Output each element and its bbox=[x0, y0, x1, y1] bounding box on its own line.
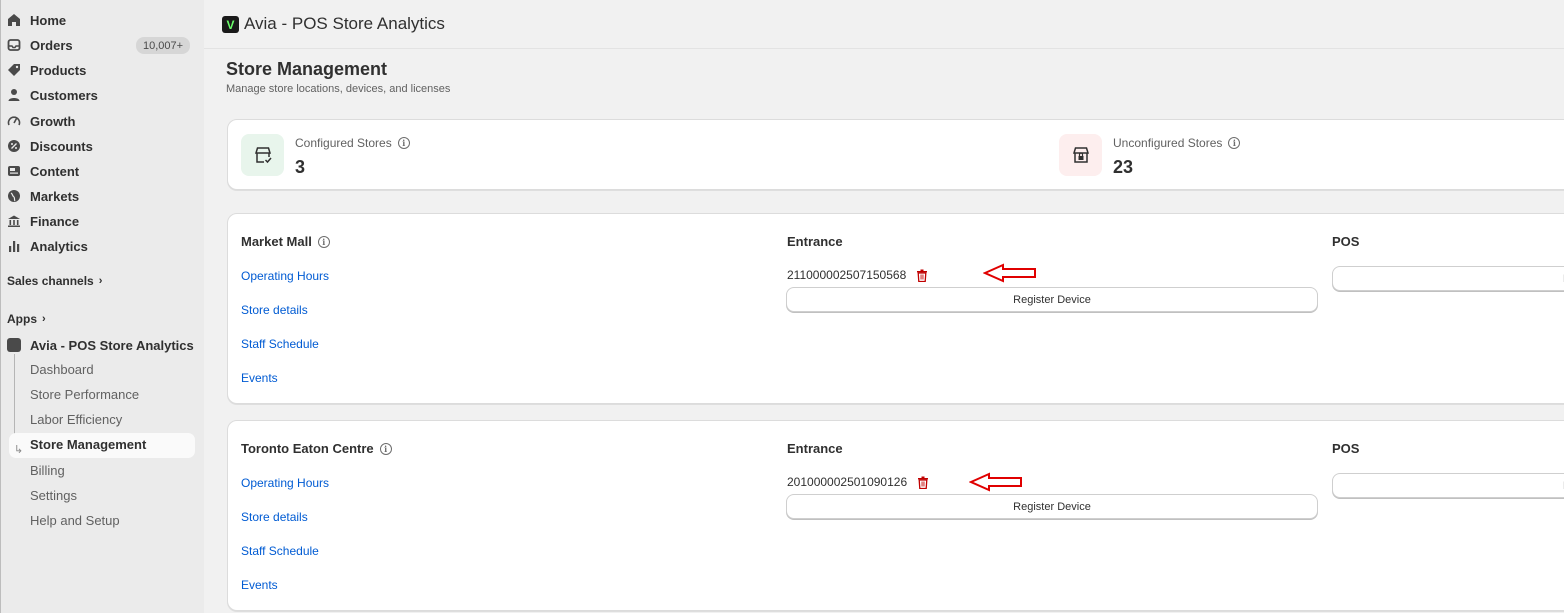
page-subtitle: Manage store locations, devices, and lic… bbox=[226, 83, 451, 95]
staff-schedule-link[interactable]: Staff Schedule bbox=[241, 544, 319, 558]
configured-stores-value: 3 bbox=[295, 157, 306, 177]
subnav-settings[interactable]: Settings bbox=[30, 488, 77, 503]
subnav-labor-efficiency[interactable]: Labor Efficiency bbox=[30, 412, 122, 427]
nav-item-content[interactable]: Content bbox=[7, 159, 79, 183]
nav-item-markets[interactable]: Markets bbox=[7, 184, 79, 208]
orders-count-badge: 10,007+ bbox=[136, 37, 191, 54]
events-link[interactable]: Events bbox=[241, 578, 278, 592]
nav-item-customers[interactable]: Customers bbox=[7, 83, 98, 107]
nav-item-analytics[interactable]: Analytics bbox=[7, 234, 88, 258]
store-name: Toronto Eaton Centre i bbox=[241, 441, 392, 456]
info-icon[interactable]: i bbox=[317, 235, 330, 248]
store-check-icon bbox=[241, 134, 284, 176]
operating-hours-link[interactable]: Operating Hours bbox=[241, 269, 329, 283]
nav-label: Finance bbox=[30, 213, 80, 229]
info-icon[interactable]: i bbox=[1228, 137, 1241, 149]
store-stats-card: Configured Stores i 3 Unconfigured Stores… bbox=[227, 119, 1564, 190]
store-details-link[interactable]: Store details bbox=[241, 510, 308, 524]
info-icon[interactable]: i bbox=[379, 442, 392, 455]
nav-item-orders[interactable]: Orders bbox=[7, 33, 73, 57]
unconfigured-stores-text: Unconfigured Stores bbox=[1113, 136, 1223, 150]
nav-item-home[interactable]: Home bbox=[7, 8, 66, 32]
nav-label: Customers bbox=[30, 87, 98, 103]
entrance-device: 211000002507150568 bbox=[787, 268, 928, 282]
app-logo-icon bbox=[7, 338, 21, 352]
store-lock-icon bbox=[1059, 134, 1102, 176]
subnav-store-performance[interactable]: Store Performance bbox=[30, 387, 139, 402]
nav-item-products[interactable]: Products bbox=[7, 58, 86, 82]
store-details-link[interactable]: Store details bbox=[241, 303, 308, 317]
store-card-toronto-eaton-centre: Toronto Eaton Centre i Operating Hours St… bbox=[227, 420, 1564, 611]
pos-register-button[interactable]: Re bbox=[1332, 473, 1564, 498]
chevron-right-icon: › bbox=[98, 275, 103, 287]
nav-label: Products bbox=[30, 62, 87, 78]
subnav-help-setup[interactable]: Help and Setup bbox=[30, 513, 120, 528]
pos-register-button[interactable]: Re bbox=[1332, 266, 1564, 291]
configured-stores-label: Configured Stores i bbox=[295, 136, 410, 150]
entrance-device: 201000002501090126 bbox=[787, 475, 929, 489]
nav-label: Home bbox=[30, 12, 67, 28]
app-name-label: Avia - POS Store Analytics bbox=[30, 337, 194, 353]
app-logo-icon: V bbox=[222, 16, 239, 33]
entrance-heading: Entrance bbox=[787, 441, 843, 456]
nav-label: Analytics bbox=[30, 238, 88, 254]
store-card-market-mall: Market Mall i Operating Hours Store detai… bbox=[227, 213, 1564, 404]
nav-item-discounts[interactable]: Discounts bbox=[7, 134, 93, 158]
unconfigured-stores-value: 23 bbox=[1113, 157, 1134, 177]
trash-icon[interactable] bbox=[916, 269, 928, 282]
chevron-right-icon: › bbox=[42, 313, 46, 325]
top-bar: V Avia - POS Store Analytics bbox=[204, 0, 1564, 49]
store-name: Market Mall i bbox=[241, 234, 330, 249]
annotation-arrow bbox=[983, 263, 1036, 283]
annotation-arrow bbox=[969, 472, 1022, 492]
globe-icon bbox=[7, 189, 21, 203]
nav-label: Discounts bbox=[30, 138, 93, 154]
device-id-text: 211000002507150568 bbox=[787, 268, 907, 282]
nav-label: Markets bbox=[30, 188, 80, 204]
events-link[interactable]: Events bbox=[241, 371, 278, 385]
tag-icon bbox=[7, 63, 21, 77]
subnav-billing[interactable]: Billing bbox=[30, 463, 65, 478]
nav-label: Growth bbox=[30, 113, 76, 129]
unconfigured-stores-label: Unconfigured Stores i bbox=[1113, 136, 1241, 150]
operating-hours-link[interactable]: Operating Hours bbox=[241, 476, 329, 490]
configured-stores-text: Configured Stores bbox=[295, 136, 392, 150]
subnav-store-management[interactable]: Store Management bbox=[30, 437, 146, 452]
store-name-text: Toronto Eaton Centre bbox=[241, 441, 374, 456]
inbox-icon bbox=[7, 38, 21, 52]
nav-label: Content bbox=[30, 163, 80, 179]
apps-label: Apps bbox=[7, 312, 37, 326]
register-device-button[interactable]: Register Device bbox=[786, 494, 1318, 519]
nav-label: Orders bbox=[30, 37, 73, 53]
device-id-text: 201000002501090126 bbox=[787, 475, 908, 489]
apps-link[interactable]: Apps › bbox=[7, 312, 46, 326]
sales-channels-link[interactable]: Sales channels › bbox=[7, 274, 102, 288]
gauge-icon bbox=[7, 114, 21, 128]
person-icon bbox=[7, 88, 21, 102]
store-name-text: Market Mall bbox=[241, 234, 312, 249]
staff-schedule-link[interactable]: Staff Schedule bbox=[241, 337, 319, 351]
tree-arrow-icon: ↳ bbox=[14, 444, 24, 456]
nav-item-finance[interactable]: Finance bbox=[7, 209, 79, 233]
pos-heading: POS bbox=[1332, 441, 1360, 456]
bank-icon bbox=[7, 214, 21, 228]
bar-chart-icon bbox=[7, 239, 21, 253]
discount-icon bbox=[7, 139, 21, 153]
entrance-heading: Entrance bbox=[787, 234, 843, 249]
pos-heading: POS bbox=[1332, 234, 1360, 249]
subnav-dashboard[interactable]: Dashboard bbox=[30, 362, 94, 377]
sales-channels-label: Sales channels bbox=[7, 274, 94, 288]
app-item-avia[interactable]: Avia - POS Store Analytics bbox=[7, 334, 194, 356]
sidebar: Home Orders 10,007+ Products Customers G… bbox=[0, 0, 204, 613]
app-title: Avia - POS Store Analytics bbox=[244, 14, 445, 33]
home-icon bbox=[7, 13, 21, 27]
info-icon[interactable]: i bbox=[397, 137, 410, 149]
register-device-button[interactable]: Register Device bbox=[786, 287, 1318, 312]
content-icon bbox=[7, 164, 21, 178]
nav-item-growth[interactable]: Growth bbox=[7, 109, 76, 133]
trash-icon[interactable] bbox=[917, 476, 929, 489]
page-title: Store Management bbox=[226, 59, 388, 79]
